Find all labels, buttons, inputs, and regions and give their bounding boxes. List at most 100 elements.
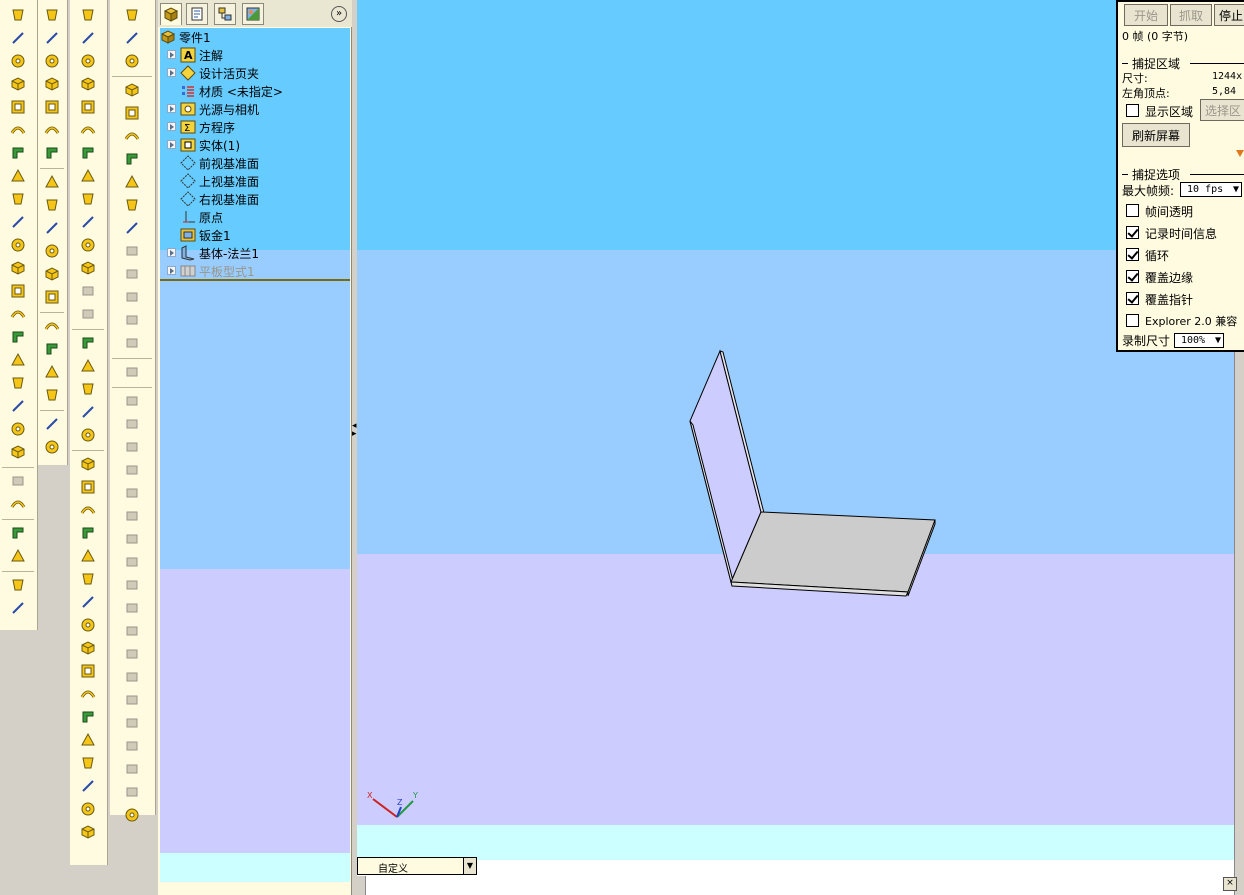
expand-toggle-icon[interactable] <box>167 122 176 131</box>
expand-panel-icon[interactable]: » <box>331 6 347 22</box>
tree-node[interactable]: 光源与相机 <box>180 100 259 118</box>
toolbar-tool-button[interactable] <box>79 823 97 841</box>
toolbar-tool-button[interactable] <box>79 455 97 473</box>
toolbar-tool-button[interactable] <box>79 236 97 254</box>
toolbar-tool-button[interactable] <box>123 288 141 306</box>
tab-property-manager[interactable] <box>186 3 208 25</box>
toolbar-tool-button[interactable] <box>123 196 141 214</box>
expand-toggle-icon[interactable] <box>167 104 176 113</box>
toolbar-tool-button[interactable] <box>123 52 141 70</box>
toolbar-tool-button[interactable] <box>123 173 141 191</box>
toolbar-tool-button[interactable] <box>9 98 27 116</box>
toolbar-tool-button[interactable] <box>43 219 61 237</box>
toolbar-tool-button[interactable] <box>79 305 97 323</box>
toolbar-tool-button[interactable] <box>123 363 141 381</box>
tree-node[interactable]: 平板型式1 <box>180 262 255 280</box>
expand-toggle-icon[interactable] <box>167 266 176 275</box>
toolbar-tool-button[interactable] <box>43 340 61 358</box>
toolbar-tool-button[interactable] <box>123 645 141 663</box>
toolbar-tool-button[interactable] <box>9 121 27 139</box>
toolbar-tool-button[interactable] <box>43 121 61 139</box>
toolbar-tool-button[interactable] <box>9 52 27 70</box>
capture-option-checkbox[interactable] <box>1126 270 1139 283</box>
toolbar-tool-button[interactable] <box>79 334 97 352</box>
toolbar-tool-button[interactable] <box>9 190 27 208</box>
toolbar-tool-button[interactable] <box>43 144 61 162</box>
toolbar-tool-button[interactable] <box>9 576 27 594</box>
toolbar-tool-button[interactable] <box>43 75 61 93</box>
toolbar-tool-button[interactable] <box>123 242 141 260</box>
toolbar-tool-button[interactable] <box>9 420 27 438</box>
toolbar-tool-button[interactable] <box>79 616 97 634</box>
toolbar-tool-button[interactable] <box>79 144 97 162</box>
toolbar-tool-button[interactable] <box>9 397 27 415</box>
toolbar-tool-button[interactable] <box>43 288 61 306</box>
tree-node[interactable]: 前视基准面 <box>180 154 259 172</box>
record-size-dropdown[interactable]: 100% ▼ <box>1174 333 1224 348</box>
toolbar-tool-button[interactable] <box>43 173 61 191</box>
toolbar-tool-button[interactable] <box>123 334 141 352</box>
expand-toggle-icon[interactable] <box>167 140 176 149</box>
toolbar-tool-button[interactable] <box>123 576 141 594</box>
toolbar-tool-button[interactable] <box>123 691 141 709</box>
toolbar-tool-button[interactable] <box>123 760 141 778</box>
capture-option-checkbox[interactable] <box>1126 292 1139 305</box>
refresh-screen-button[interactable]: 刷新屏幕 <box>1122 123 1190 147</box>
toolbar-tool-button[interactable] <box>79 190 97 208</box>
toolbar-tool-button[interactable] <box>79 282 97 300</box>
toolbar-tool-button[interactable] <box>123 553 141 571</box>
toolbar-tool-button[interactable] <box>43 265 61 283</box>
toolbar-tool-button[interactable] <box>79 357 97 375</box>
toolbar-tool-button[interactable] <box>9 328 27 346</box>
toolbar-tool-button[interactable] <box>123 714 141 732</box>
toolbar-tool-button[interactable] <box>9 443 27 461</box>
toolbar-tool-button[interactable] <box>9 547 27 565</box>
toolbar-tool-button[interactable] <box>123 668 141 686</box>
toolbar-tool-button[interactable] <box>43 242 61 260</box>
toolbar-tool-button[interactable] <box>79 380 97 398</box>
toolbar-tool-button[interactable] <box>9 472 27 490</box>
toolbar-tool-button[interactable] <box>79 75 97 93</box>
max-fps-dropdown[interactable]: 10 fps ▼ <box>1180 182 1242 197</box>
toolbar-tool-button[interactable] <box>123 219 141 237</box>
toolbar-tool-button[interactable] <box>43 415 61 433</box>
toolbar-tool-button[interactable] <box>43 29 61 47</box>
toolbar-tool-button[interactable] <box>123 507 141 525</box>
select-region-button[interactable]: 选择区 <box>1200 99 1244 121</box>
toolbar-tool-button[interactable] <box>79 708 97 726</box>
toolbar-tool-button[interactable] <box>123 530 141 548</box>
toolbar-tool-button[interactable] <box>79 29 97 47</box>
toolbar-tool-button[interactable] <box>79 547 97 565</box>
capture-option-checkbox[interactable] <box>1126 226 1139 239</box>
toolbar-tool-button[interactable] <box>43 6 61 24</box>
toolbar-tool-button[interactable] <box>43 52 61 70</box>
toolbar-tool-button[interactable] <box>79 6 97 24</box>
toolbar-tool-button[interactable] <box>123 415 141 433</box>
toolbar-tool-button[interactable] <box>79 426 97 444</box>
tree-node[interactable]: 材质 <未指定> <box>180 82 283 100</box>
toolbar-tool-button[interactable] <box>9 75 27 93</box>
toolbar-tool-button[interactable] <box>79 403 97 421</box>
toolbar-tool-button[interactable] <box>9 495 27 513</box>
toolbar-tool-button[interactable] <box>123 806 141 824</box>
toolbar-tool-button[interactable] <box>79 478 97 496</box>
toolbar-tool-button[interactable] <box>79 167 97 185</box>
toolbar-tool-button[interactable] <box>79 754 97 772</box>
toolbar-tool-button[interactable] <box>43 363 61 381</box>
toolbar-tool-button[interactable] <box>79 213 97 231</box>
toolbar-tool-button[interactable] <box>9 236 27 254</box>
toolbar-tool-button[interactable] <box>9 167 27 185</box>
horizontal-scroll-left[interactable] <box>357 876 366 895</box>
toolbar-tool-button[interactable] <box>9 524 27 542</box>
toolbar-tool-button[interactable] <box>123 81 141 99</box>
tree-node[interactable]: A 注解 <box>180 46 223 64</box>
toolbar-tool-button[interactable] <box>9 305 27 323</box>
toolbar-tool-button[interactable] <box>79 777 97 795</box>
toolbar-tool-button[interactable] <box>9 351 27 369</box>
tree-node[interactable]: 零件1 <box>160 28 211 46</box>
toolbar-tool-button[interactable] <box>79 259 97 277</box>
toolbar-tool-button[interactable] <box>123 438 141 456</box>
toolbar-tool-button[interactable] <box>123 6 141 24</box>
toolbar-tool-button[interactable] <box>9 6 27 24</box>
tree-node[interactable]: 钣金1 <box>180 226 231 244</box>
